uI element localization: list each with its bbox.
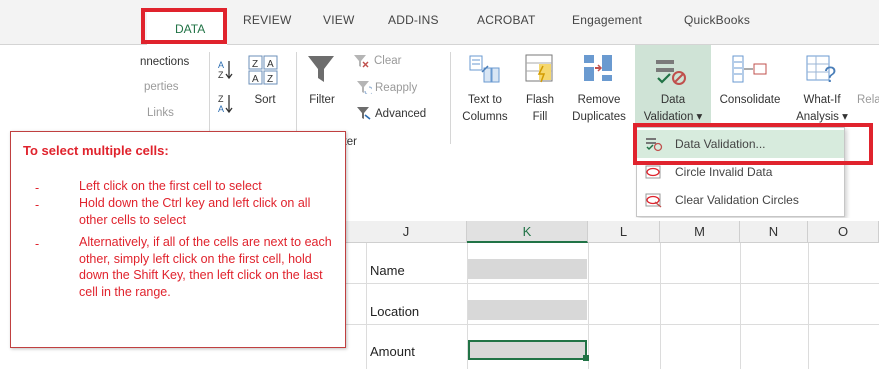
data-tab-highlight-box <box>141 8 227 44</box>
grid-line <box>740 243 741 369</box>
consolidate-icon[interactable] <box>729 52 769 86</box>
instruction-title: To select multiple cells: <box>23 143 169 158</box>
grid-line <box>346 283 879 284</box>
data-validation-highlight-box <box>633 123 873 165</box>
svg-text:A: A <box>218 60 224 70</box>
bullet: - <box>35 237 40 251</box>
svg-text:Z: Z <box>218 70 224 80</box>
group-separator <box>450 52 451 144</box>
reapply-icon[interactable] <box>356 80 374 96</box>
instruction-item-3: Alternatively, if all of the cells are n… <box>79 235 332 299</box>
sort-button[interactable]: Sort <box>246 93 284 107</box>
grid-line <box>588 243 589 369</box>
clear-button[interactable]: Clear <box>374 54 401 68</box>
flash-fill-label-2[interactable]: Fill <box>521 110 559 124</box>
data-validation-label-2[interactable]: Validation ▾ <box>630 110 716 124</box>
text-to-columns-icon[interactable] <box>466 52 502 86</box>
menu-item-clear-validation-circles-label: Clear Validation Circles <box>675 193 799 207</box>
remove-duplicates-label-1[interactable]: Remove <box>566 93 632 107</box>
tab-review[interactable]: REVIEW <box>243 13 292 27</box>
column-header-n[interactable]: N <box>740 221 808 243</box>
column-header-o[interactable]: O <box>808 221 879 243</box>
circle-invalid-data-icon <box>645 164 663 185</box>
flash-fill-label-1[interactable]: Flash <box>521 93 559 107</box>
what-if-analysis-label-2[interactable]: Analysis ▾ <box>789 110 855 124</box>
fill-handle[interactable] <box>583 355 589 361</box>
advanced-filter-icon[interactable] <box>356 106 372 120</box>
name-input-cell[interactable] <box>468 259 587 279</box>
properties-button[interactable]: perties <box>144 80 204 94</box>
clear-filter-icon[interactable] <box>353 54 369 68</box>
column-header-m[interactable]: M <box>660 221 740 243</box>
svg-text:A: A <box>252 74 259 85</box>
what-if-analysis-label-1[interactable]: What-If <box>795 93 849 107</box>
sort-dialog-icon[interactable]: ZAAZ <box>247 54 281 86</box>
svg-text:Z: Z <box>252 59 258 70</box>
text-to-columns-label-1[interactable]: Text to <box>457 93 513 107</box>
sort-descending-icon[interactable]: ZA <box>217 92 233 114</box>
consolidate-button[interactable]: Consolidate <box>712 93 788 107</box>
tab-engagement[interactable]: Engagement <box>572 13 642 27</box>
menu-item-clear-validation-circles[interactable]: Clear Validation Circles <box>637 186 844 214</box>
filter-funnel-icon[interactable] <box>305 52 337 86</box>
svg-text:A: A <box>267 59 274 70</box>
text-to-columns-label-2[interactable]: Columns <box>457 110 513 124</box>
advanced-button[interactable]: Advanced <box>375 107 426 121</box>
relationships-button[interactable]: Rela <box>857 93 879 107</box>
connections-button[interactable]: nnections <box>140 55 200 69</box>
links-button[interactable]: Links <box>147 106 207 120</box>
grid-line <box>366 243 367 369</box>
name-label-cell[interactable]: Name <box>370 263 405 278</box>
column-header-j[interactable]: J <box>346 221 467 243</box>
clear-validation-circles-icon <box>645 192 663 213</box>
column-header-l[interactable]: L <box>588 221 660 243</box>
instruction-callout: To select multiple cells: - Left click o… <box>10 131 346 348</box>
svg-text:Z: Z <box>267 74 273 85</box>
location-label-cell[interactable]: Location <box>370 304 419 319</box>
amount-label-cell[interactable]: Amount <box>370 344 415 359</box>
amount-input-cell[interactable] <box>468 340 587 360</box>
grid-line <box>660 243 661 369</box>
tab-acrobat[interactable]: ACROBAT <box>477 13 536 27</box>
svg-text:A: A <box>218 104 224 114</box>
flash-fill-icon[interactable] <box>523 52 557 86</box>
data-validation-label-1[interactable]: Data <box>636 93 710 107</box>
tab-add-ins[interactable]: ADD-INS <box>388 13 439 27</box>
data-validation-icon[interactable] <box>654 54 690 88</box>
remove-duplicates-label-2[interactable]: Duplicates <box>566 110 632 124</box>
remove-duplicates-icon[interactable] <box>581 52 617 86</box>
reapply-button[interactable]: Reapply <box>375 81 417 95</box>
tab-quickbooks[interactable]: QuickBooks <box>684 13 750 27</box>
filter-button[interactable]: Filter <box>302 93 342 107</box>
instruction-item-1: Left click on the first cell to select <box>79 179 262 193</box>
tab-view[interactable]: VIEW <box>323 13 354 27</box>
location-input-cell[interactable] <box>468 300 587 320</box>
sort-ascending-icon[interactable]: AZ <box>217 58 233 80</box>
menu-item-circle-invalid-data-label: Circle Invalid Data <box>675 165 773 179</box>
instruction-item-2: Hold down the Ctrl key and left click on… <box>79 196 311 227</box>
grid-line <box>808 243 809 369</box>
column-header-k[interactable]: K <box>467 221 588 243</box>
svg-text:?: ? <box>824 62 836 87</box>
grid-line <box>346 324 879 325</box>
bullet: - <box>35 181 40 195</box>
what-if-analysis-icon[interactable]: ? <box>804 52 844 88</box>
svg-text:Z: Z <box>218 94 224 104</box>
bullet: - <box>35 198 40 212</box>
